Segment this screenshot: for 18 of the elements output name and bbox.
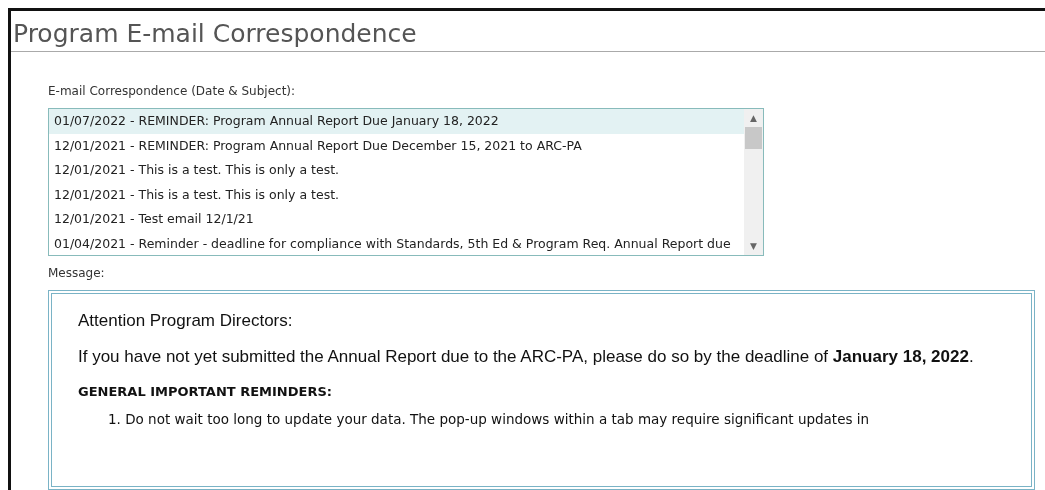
email-list-item[interactable]: 01/07/2022 - REMINDER: Program Annual Report Due January 18, 2022 xyxy=(49,109,744,134)
field-label: Message: xyxy=(48,265,106,282)
scroll-up-arrow[interactable]: ▲ xyxy=(750,109,757,127)
scrollbar[interactable]: ▲ ▼ xyxy=(744,109,763,255)
email-list-item[interactable]: 12/01/2021 - This is a test. This is only a test. xyxy=(49,158,744,183)
scroll-down-arrow[interactable]: ▼ xyxy=(750,237,757,255)
reminder-item: 1. Do not wait too long to update your data. The pop-up windows within a tab may require significant updates in xyxy=(107,410,871,430)
email-listbox[interactable] xyxy=(48,108,764,256)
message-paragraph: If you have not yet submitted the Annual Report due to the ARC-PA, please do so by the deadline of January 18, 2022. xyxy=(78,345,975,368)
email-list-item[interactable]: 12/01/2021 - This is a test. This is only a test. xyxy=(49,182,744,207)
field-label: E-mail Correspondence (Date & Subject): xyxy=(48,83,297,100)
email-list-item[interactable]: 12/01/2021 - REMINDER: Program Annual Report Due December 15, 2021 to ARC-PA xyxy=(49,133,744,158)
greeting-text: Attention Program Directors: xyxy=(78,310,294,332)
page-title: Program E-mail Correspondence xyxy=(11,11,1045,52)
email-list-item[interactable]: 01/04/2021 - Reminder - deadline for compliance with Standards, 5th Ed & Program Req. Annual Report due xyxy=(49,231,744,255)
scroll-thumb[interactable] xyxy=(745,127,762,149)
email-list-item[interactable]: 12/01/2021 - Test email 12/1/21 xyxy=(49,207,744,232)
section-heading: GENERAL IMPORTANT REMINDERS: xyxy=(78,382,333,401)
